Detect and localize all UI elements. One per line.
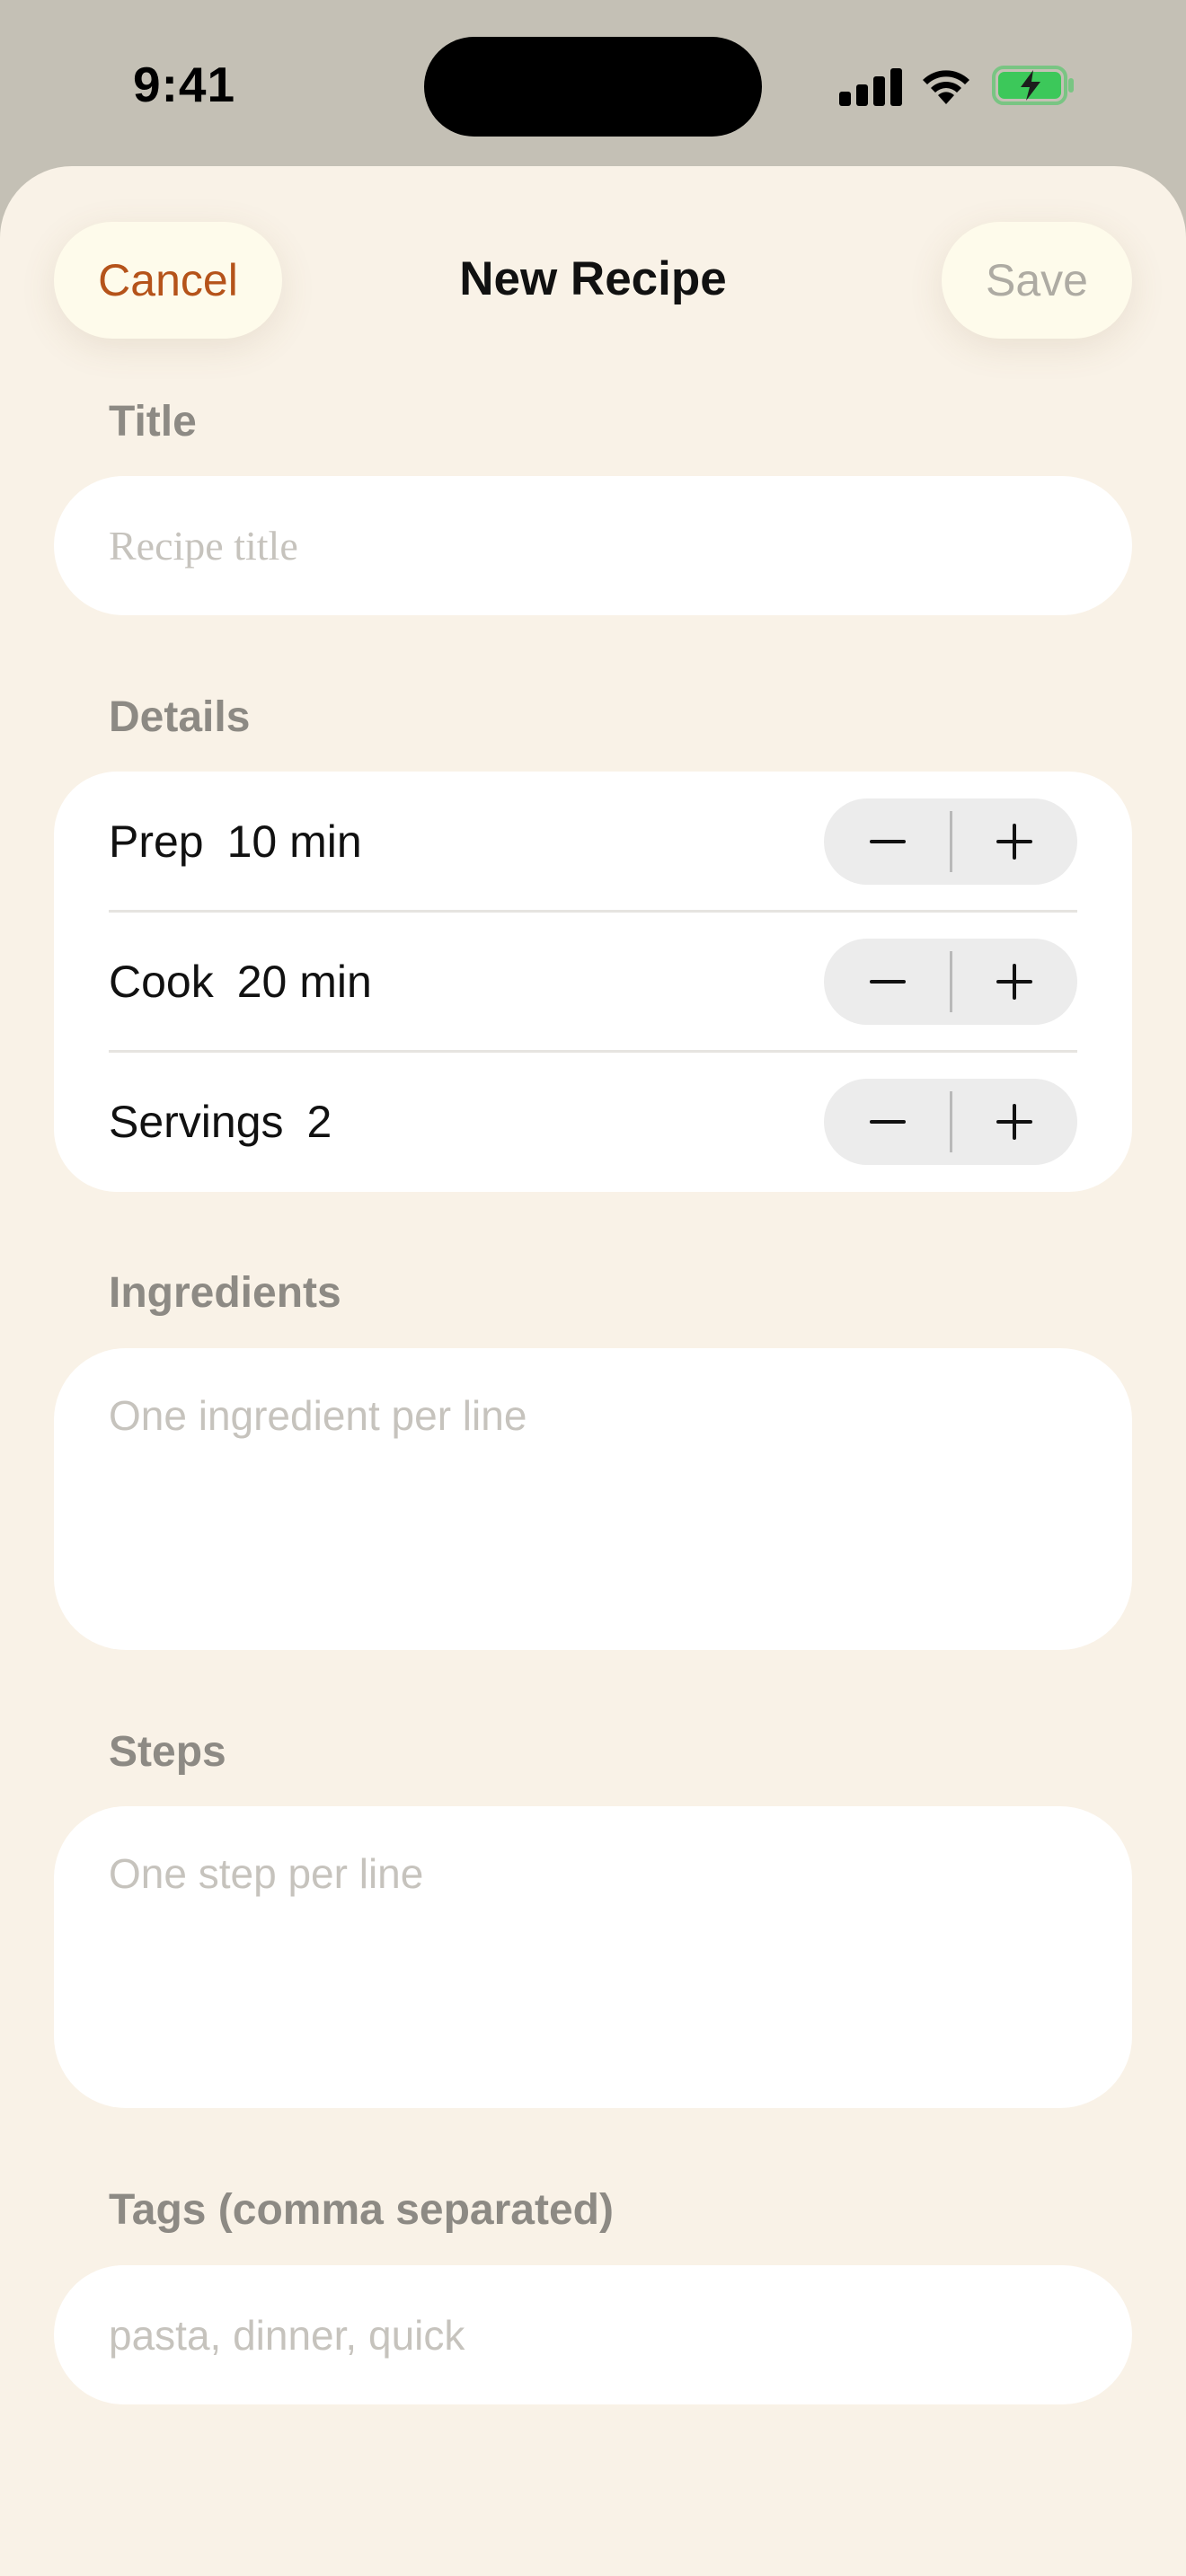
ingredients-section-label: Ingredients — [109, 1269, 341, 1317]
dynamic-island — [424, 37, 762, 137]
screen: 9:41 Cancel New Recipe Save Title Recipe… — [0, 0, 1186, 2576]
new-recipe-sheet: Cancel New Recipe Save Title Recipe titl… — [0, 166, 1186, 2576]
tags-section-label: Tags (comma separated) — [109, 2186, 614, 2234]
tags-input[interactable]: pasta, dinner, quick — [54, 2265, 1132, 2404]
ingredients-placeholder: One ingredient per line — [109, 1392, 527, 1439]
steps-section-label: Steps — [109, 1728, 226, 1776]
prep-label: Prep — [109, 816, 204, 867]
cellular-signal-icon — [839, 66, 902, 106]
plus-icon — [996, 964, 1032, 1000]
ingredients-textarea[interactable]: One ingredient per line — [54, 1348, 1132, 1650]
page-title: New Recipe — [459, 252, 727, 305]
cook-value: 20 min — [236, 957, 372, 1007]
cook-decrement-button[interactable] — [824, 939, 951, 1025]
cook-increment-button[interactable] — [951, 939, 1077, 1025]
minus-icon — [869, 840, 906, 843]
details-section-label: Details — [109, 693, 251, 741]
title-section-label: Title — [109, 398, 197, 446]
detail-row-cook: Cook 20 min — [109, 912, 1077, 1052]
prep-stepper — [824, 798, 1077, 885]
servings-increment-button[interactable] — [951, 1079, 1077, 1165]
minus-icon — [869, 1120, 906, 1124]
servings-decrement-button[interactable] — [824, 1079, 951, 1165]
steps-textarea[interactable]: One step per line — [54, 1806, 1132, 2108]
prep-value: 10 min — [226, 816, 362, 867]
prep-increment-button[interactable] — [951, 798, 1077, 885]
wifi-icon — [923, 70, 969, 104]
servings-value: 2 — [306, 1097, 332, 1147]
save-button[interactable]: Save — [942, 222, 1132, 339]
servings-label: Servings — [109, 1097, 284, 1147]
servings-stepper — [824, 1079, 1077, 1165]
plus-icon — [996, 1104, 1032, 1140]
details-card: Prep 10 min Cook 20 min Servings 2 — [54, 772, 1132, 1192]
plus-icon — [996, 824, 1032, 860]
prep-decrement-button[interactable] — [824, 798, 951, 885]
tags-placeholder: pasta, dinner, quick — [109, 2311, 465, 2359]
cook-stepper — [824, 939, 1077, 1025]
battery-charging-icon — [992, 66, 1074, 105]
status-time: 9:41 — [133, 57, 236, 112]
steps-placeholder: One step per line — [109, 1850, 424, 1897]
detail-row-servings: Servings 2 — [109, 1052, 1077, 1192]
cancel-button[interactable]: Cancel — [54, 222, 282, 339]
minus-icon — [869, 980, 906, 984]
title-input[interactable]: Recipe title — [54, 476, 1132, 615]
detail-row-prep: Prep 10 min — [109, 772, 1077, 912]
cook-label: Cook — [109, 957, 214, 1007]
title-input-placeholder: Recipe title — [109, 523, 298, 569]
